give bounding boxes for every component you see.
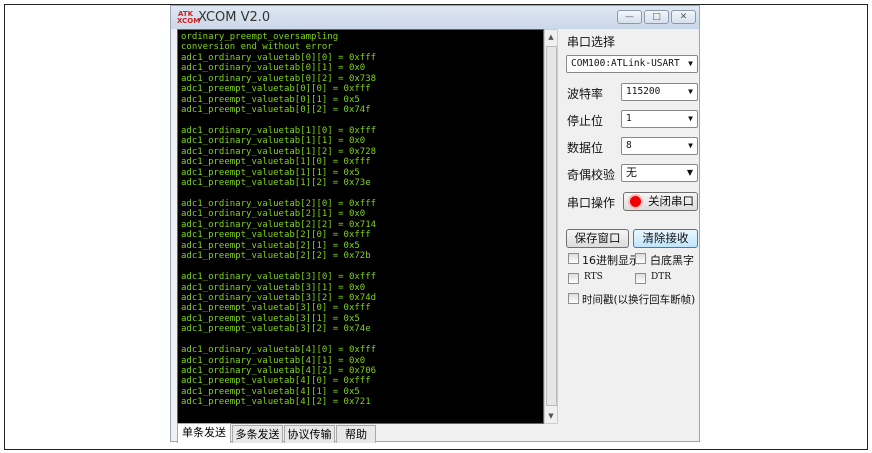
terminal-line: adc1_ordinary_valuetab[4][1] = 0x0 [181, 355, 366, 366]
stop-bits-select[interactable]: 1 ▼ [621, 110, 698, 128]
data-bits-select[interactable]: 8 ▼ [621, 137, 698, 155]
maximize-button[interactable]: □ [644, 10, 669, 24]
terminal-line: adc1_ordinary_valuetab[3][2] = 0x74d [181, 292, 377, 303]
terminal-line: adc1_preempt_valuetab[0][1] = 0x5 [181, 94, 360, 105]
xcom-window: ATK XCOM XCOM V2.0 — □ ✕ ordinary_preempt… [170, 5, 700, 443]
chevron-down-icon: ▼ [688, 114, 693, 123]
terminal-line: adc1_preempt_valuetab[1][0] = 0xfff [181, 157, 371, 168]
terminal-line: adc1_ordinary_valuetab[3][0] = 0xfff [181, 272, 377, 283]
terminal-line: adc1_preempt_valuetab[0][0] = 0xfff [181, 84, 371, 95]
chevron-down-icon: ▼ [688, 87, 693, 96]
terminal-line: adc1_ordinary_valuetab[2][2] = 0x714 [181, 219, 377, 230]
scroll-down-icon[interactable]: ▼ [545, 409, 557, 423]
port-label: 串口选择 [567, 35, 616, 49]
dtr-label: DTR [651, 272, 671, 282]
terminal-line: adc1_preempt_valuetab[4][2] = 0x721 [181, 397, 371, 408]
terminal-line: adc1_preempt_valuetab[2][1] = 0x5 [181, 240, 360, 251]
terminal-line: adc1_preempt_valuetab[1][1] = 0x5 [181, 167, 360, 178]
terminal-line: adc1_preempt_valuetab[2][0] = 0xfff [181, 230, 371, 241]
terminal-line: adc1_preempt_valuetab[4][0] = 0xfff [181, 376, 371, 387]
stop-bits-label: 停止位 [567, 114, 604, 128]
port-value: COM100:ATLink-USART [571, 58, 680, 69]
dtr-checkbox[interactable] [635, 273, 646, 284]
timestamp-label: 时间戳(以换行回车断帧) [582, 294, 696, 306]
save-window-button[interactable]: 保存窗口 [566, 229, 629, 248]
app-logo-icon: ATK XCOM [177, 10, 201, 25]
hex-display-checkbox[interactable] [568, 253, 579, 264]
rts-label: RTS [584, 272, 603, 282]
terminal-line: adc1_ordinary_valuetab[3][1] = 0x0 [181, 282, 366, 293]
receive-terminal[interactable]: ordinary_preempt_oversampling conversion … [177, 29, 544, 424]
terminal-line: adc1_ordinary_valuetab[1][0] = 0xfff [181, 125, 377, 136]
close-port-button[interactable]: 关闭串口 [623, 192, 698, 211]
port-operation-label: 串口操作 [567, 196, 616, 210]
terminal-line: adc1_preempt_valuetab[3][1] = 0x5 [181, 313, 360, 324]
title-bar: ATK XCOM XCOM V2.0 — □ ✕ [171, 6, 699, 29]
terminal-line: adc1_preempt_valuetab[3][2] = 0x74e [181, 324, 371, 335]
data-bits-value: 8 [626, 140, 632, 151]
stop-bits-value: 1 [626, 113, 632, 124]
terminal-line: adc1_ordinary_valuetab[1][2] = 0x728 [181, 146, 377, 157]
baud-value: 115200 [626, 86, 661, 97]
terminal-line: adc1_preempt_valuetab[2][2] = 0x72b [181, 251, 371, 262]
terminal-line: adc1_preempt_valuetab[0][2] = 0x74f [181, 105, 371, 116]
white-bg-checkbox[interactable] [635, 253, 646, 264]
hex-display-label: 16进制显示 [582, 254, 640, 267]
tab-multi-send[interactable]: 多条发送 [232, 425, 283, 443]
parity-value: 无 [626, 166, 637, 179]
minimize-button[interactable]: — [617, 10, 642, 24]
tab-protocol[interactable]: 协议传输 [284, 425, 335, 443]
scroll-thumb[interactable] [546, 46, 557, 406]
terminal-line: adc1_ordinary_valuetab[0][1] = 0x0 [181, 63, 366, 74]
terminal-line: adc1_ordinary_valuetab[1][1] = 0x0 [181, 136, 366, 147]
chevron-down-icon: ▼ [688, 141, 693, 150]
terminal-line: adc1_preempt_valuetab[3][0] = 0xfff [181, 303, 371, 314]
close-button[interactable]: ✕ [671, 10, 696, 24]
scroll-up-icon[interactable]: ▲ [545, 30, 557, 44]
port-select[interactable]: COM100:ATLink-USART ▼ [566, 55, 698, 73]
terminal-line: adc1_preempt_valuetab[1][2] = 0x73e [181, 178, 371, 189]
terminal-line: adc1_ordinary_valuetab[0][0] = 0xfff [181, 52, 377, 63]
terminal-line: adc1_ordinary_valuetab[2][1] = 0x0 [181, 209, 366, 220]
terminal-line: adc1_ordinary_valuetab[0][2] = 0x738 [181, 73, 377, 84]
chevron-down-icon: ▼ [688, 59, 693, 68]
terminal-line: adc1_ordinary_valuetab[2][0] = 0xfff [181, 199, 377, 209]
data-bits-label: 数据位 [567, 141, 604, 155]
white-bg-label: 白底黑字 [650, 254, 694, 267]
terminal-line: adc1_ordinary_valuetab[4][0] = 0xfff [181, 345, 377, 356]
timestamp-checkbox[interactable] [568, 293, 579, 304]
terminal-scrollbar[interactable]: ▲ ▼ [544, 29, 558, 424]
rts-checkbox[interactable] [568, 273, 579, 284]
baud-select[interactable]: 115200 ▼ [621, 83, 698, 101]
parity-select[interactable]: 无 ▼ [621, 164, 698, 182]
close-port-label: 关闭串口 [648, 194, 694, 208]
baud-label: 波特率 [567, 87, 604, 101]
red-status-light-icon [630, 196, 641, 207]
parity-label: 奇偶校验 [567, 168, 616, 182]
terminal-line: adc1_preempt_valuetab[4][1] = 0x5 [181, 386, 360, 397]
clear-receive-button[interactable]: 清除接收 [633, 229, 698, 248]
terminal-line: adc1_ordinary_valuetab[4][2] = 0x706 [181, 366, 377, 376]
window-title: XCOM V2.0 [198, 10, 271, 25]
tab-single-send[interactable]: 单条发送 [177, 423, 231, 443]
tab-help[interactable]: 帮助 [336, 425, 376, 443]
terminal-line: ordinary_preempt_oversampling [181, 32, 339, 42]
chevron-down-icon: ▼ [686, 168, 693, 177]
terminal-line: conversion end without error [181, 42, 333, 53]
